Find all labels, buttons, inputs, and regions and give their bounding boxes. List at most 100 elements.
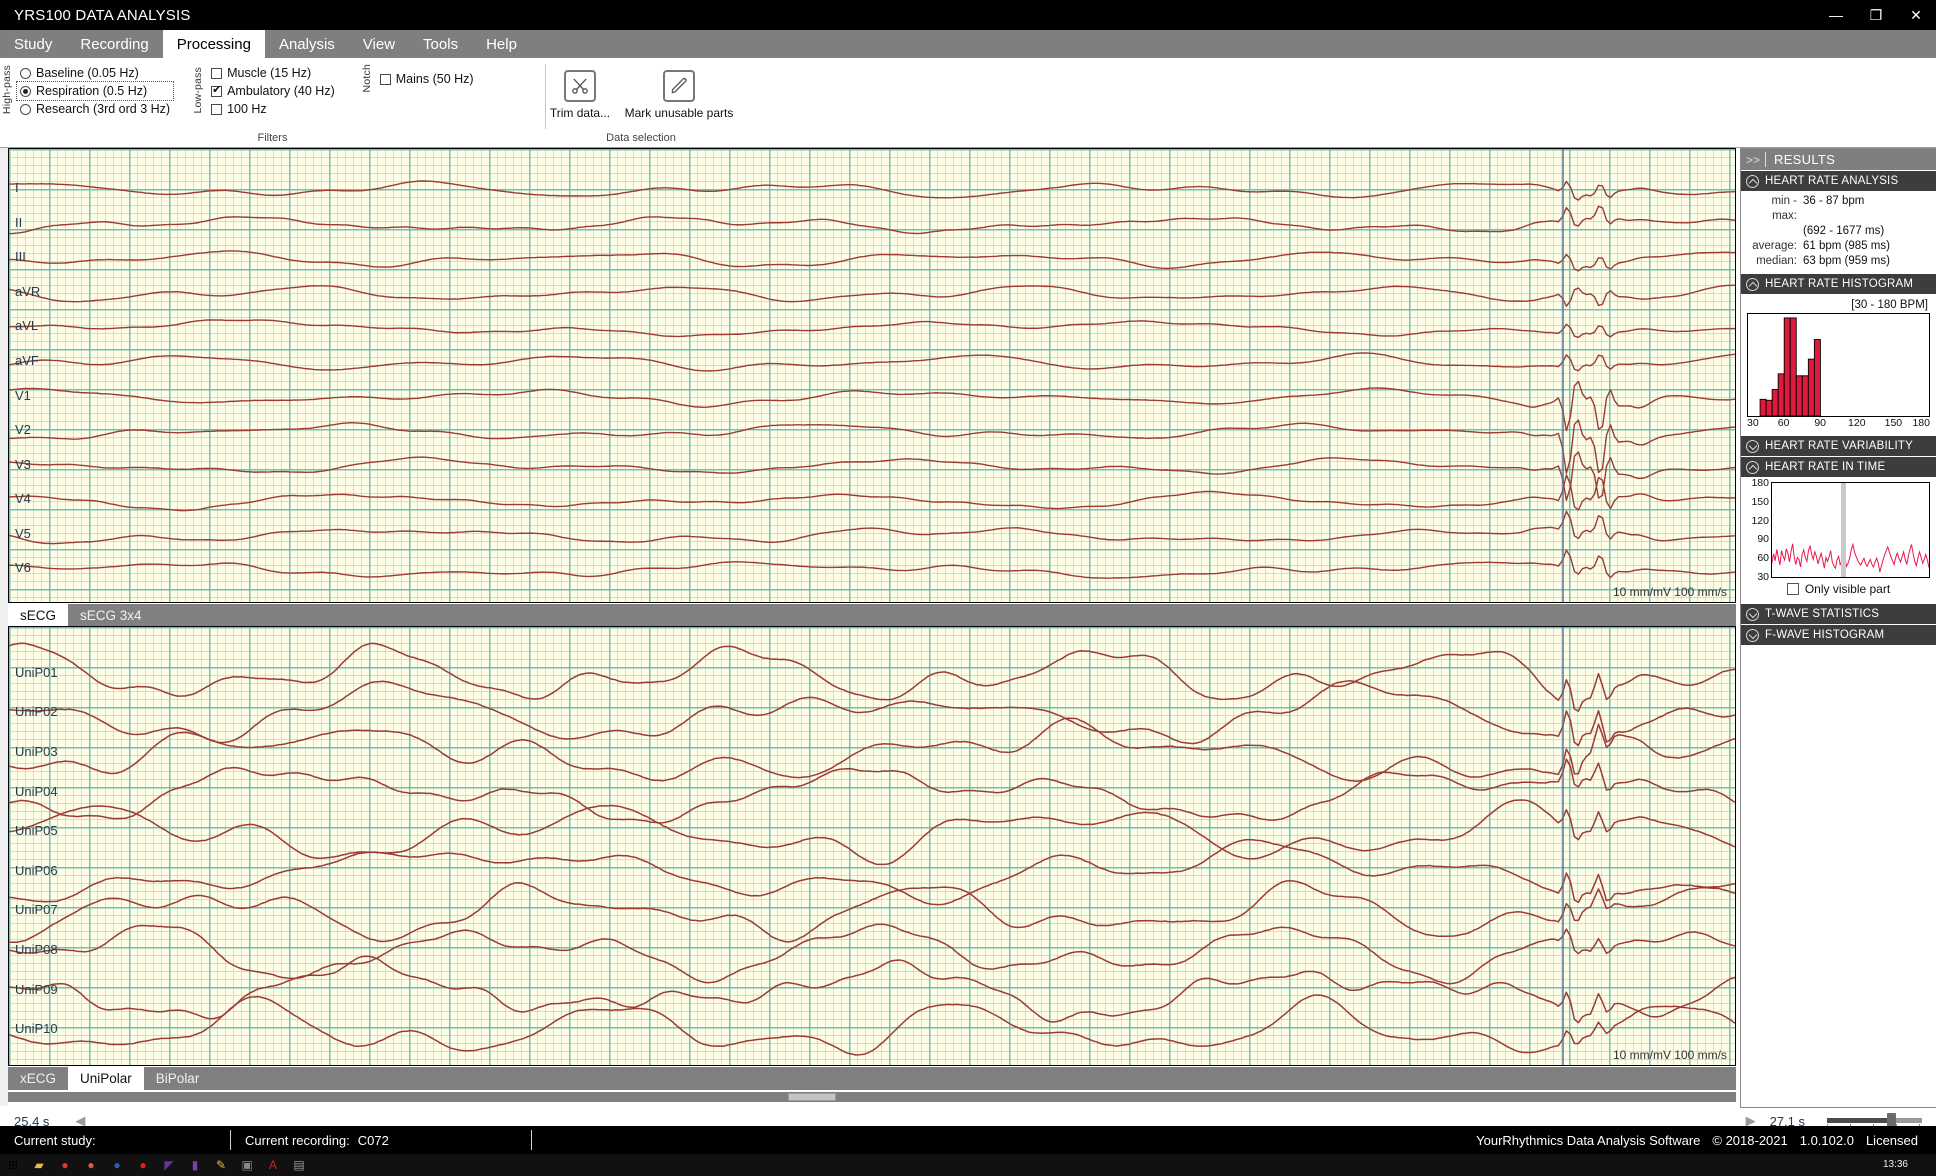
menu-item-tools[interactable]: Tools [409, 30, 472, 58]
app-icon-1[interactable]: ● [52, 1155, 78, 1175]
lead-label-aVR: aVR [15, 283, 41, 299]
results-header: >> RESULTS [1741, 149, 1936, 170]
mark-unusable-parts-button[interactable]: Mark unusable parts [624, 64, 734, 120]
results-title: RESULTS [1774, 152, 1836, 167]
section-heart-rate-analysis-header[interactable]: HEART RATE ANALYSIS [1741, 170, 1936, 191]
application-window: YRS100 DATA ANALYSIS — ❐ ✕ Study Recordi… [0, 0, 1936, 1176]
browser-icon[interactable]: ● [104, 1155, 130, 1175]
hr-average-value: 61 bpm (985 ms) [1803, 240, 1890, 252]
section-heart-rate-in-time-header[interactable]: HEART RATE IN TIME [1741, 456, 1936, 477]
current-recording-value: C072 [357, 1132, 389, 1148]
app-icon-5[interactable]: ▮ [182, 1155, 208, 1175]
left-vertical-scrollbar[interactable] [0, 148, 8, 1126]
section-heart-rate-variability-header[interactable]: HEART RATE VARIABILITY [1741, 435, 1936, 456]
standard-ecg-panel[interactable]: I II III aVR aVL aVF V1 V2 V3 V4 V5 V6 10 mm/mV 100… [8, 148, 1736, 603]
lead-label-UniP09: UniP09 [15, 981, 58, 997]
lowpass-option-muscle[interactable]: Muscle (15 Hz) [208, 64, 338, 82]
hr-in-time-ytick: 60 [1757, 552, 1769, 565]
highpass-option-research[interactable]: Research (3rd ord 3 Hz) [17, 100, 173, 118]
zoom-slider-fill [1827, 1118, 1889, 1123]
app-icon-4[interactable]: ◤ [156, 1155, 182, 1175]
lowpass-option-ambulatory[interactable]: Ambulatory (40 Hz) [208, 82, 338, 100]
lowpass-option-100hz[interactable]: 100 Hz [208, 100, 338, 118]
section-t-wave-statistics-header[interactable]: T-WAVE STATISTICS [1741, 603, 1936, 624]
app-icon-8[interactable]: A [260, 1155, 286, 1175]
section-heart-rate-variability-title: HEART RATE VARIABILITY [1765, 440, 1913, 452]
collapse-sidebar-icon[interactable]: >> [1741, 153, 1765, 167]
ecg-horizontal-scrollbar[interactable] [8, 1092, 1736, 1102]
chevron-up-icon [1746, 460, 1759, 474]
checkbox-icon [211, 103, 223, 115]
lead-label-UniP03: UniP03 [15, 744, 58, 760]
histogram-bar [1807, 358, 1815, 417]
os-taskbar: ⊞ ▰ ● ● ● ● ◤ ▮ ✎ ▣ A ▤ 13:36 [0, 1154, 1936, 1176]
menu-item-processing[interactable]: Processing [162, 30, 265, 58]
menu-item-study[interactable]: Study [0, 30, 66, 58]
section-heart-rate-histogram-title: HEART RATE HISTOGRAM [1765, 278, 1914, 290]
hr-in-time-ytick: 30 [1757, 571, 1769, 583]
unipolar-ecg-panel[interactable]: UniP01 UniP02 UniP03 UniP04 UniP05 UniP06 UniP… [8, 626, 1736, 1066]
chevron-down-icon [1746, 607, 1759, 621]
filters-group-caption: Filters [257, 132, 288, 144]
scrollbar-thumb[interactable] [788, 1093, 836, 1101]
start-icon[interactable]: ⊞ [0, 1155, 26, 1175]
maximize-button[interactable]: ❐ [1856, 0, 1896, 30]
histogram-bar [1777, 373, 1785, 417]
lead-label-V2: V2 [15, 422, 31, 438]
app-icon-7[interactable]: ▣ [234, 1155, 260, 1175]
highpass-filter-group: High-pass Baseline (0.05 Hz) Respiration… [0, 62, 175, 118]
app-icon-9[interactable]: ▤ [286, 1155, 312, 1175]
section-heart-rate-analysis-title: HEART RATE ANALYSIS [1765, 175, 1899, 187]
app-icon-2[interactable]: ● [78, 1155, 104, 1175]
tab-UniPolar[interactable]: UniPolar [68, 1067, 144, 1090]
lead-label-V6: V6 [15, 560, 31, 576]
tab-BiPolar[interactable]: BiPolar [144, 1067, 212, 1090]
section-f-wave-histogram-header[interactable]: F-WAVE HISTOGRAM [1741, 624, 1936, 645]
notch-option-mains[interactable]: Mains (50 Hz) [377, 70, 477, 88]
tab-sECG[interactable]: sECG [8, 604, 69, 627]
standard-ecg-traces [9, 180, 1735, 579]
only-visible-part-checkbox[interactable]: Only visible part [1745, 578, 1932, 599]
section-heart-rate-histogram-header[interactable]: HEART RATE HISTOGRAM [1741, 273, 1936, 294]
hr-in-time-cursor[interactable] [1841, 483, 1847, 577]
taskbar-clock[interactable]: 13:36 [1883, 1160, 1936, 1170]
histogram-xtick: 30 [1747, 417, 1759, 429]
app-icon-3[interactable]: ● [130, 1155, 156, 1175]
hr-row-median: median: 63 bpm (959 ms) [1745, 254, 1932, 269]
tab-xECG[interactable]: xECG [8, 1067, 68, 1090]
menu-item-recording[interactable]: Recording [66, 30, 162, 58]
tab-sECG-3x4[interactable]: sECG 3x4 [68, 604, 154, 627]
lead-label-UniP05: UniP05 [15, 823, 58, 839]
hr-median-value: 63 bpm (959 ms) [1803, 255, 1890, 267]
histogram-bar [1789, 317, 1797, 417]
highpass-option-baseline[interactable]: Baseline (0.05 Hz) [17, 64, 173, 82]
lowpass-option-muscle-label: Muscle (15 Hz) [227, 66, 312, 80]
minimize-button[interactable]: — [1816, 0, 1856, 30]
standard-ecg-canvas[interactable]: I II III aVR aVL aVF V1 V2 V3 V4 V5 V6 10 mm/mV 100… [9, 149, 1735, 602]
ecg-cursor-line[interactable] [1562, 149, 1564, 602]
histogram-xtick: 60 [1777, 417, 1790, 429]
lead-label-aVF: aVF [15, 352, 39, 368]
menu-item-help[interactable]: Help [472, 30, 531, 58]
menu-item-analysis[interactable]: Analysis [265, 30, 349, 58]
checkbox-icon [211, 67, 223, 79]
current-recording-label: Current recording: [245, 1132, 350, 1148]
trim-data-button[interactable]: Trim data... [548, 64, 612, 120]
highpass-option-respiration[interactable]: Respiration (0.5 Hz) [15, 81, 175, 101]
folder-icon[interactable]: ▰ [26, 1155, 52, 1175]
lead-label-UniP01: UniP01 [15, 664, 58, 680]
menu-item-view[interactable]: View [349, 30, 409, 58]
close-button[interactable]: ✕ [1896, 0, 1936, 30]
histogram-range-label: [30 - 180 BPM] [1851, 299, 1928, 311]
checkbox-icon [211, 84, 223, 97]
histogram-bar [1771, 389, 1779, 417]
lowpass-filter-group: Low-pass Muscle (15 Hz) Ambulatory (40 H… [191, 62, 338, 118]
product-name: YourRhythmics Data Analysis Software [1476, 1132, 1701, 1148]
unipolar-ecg-canvas[interactable]: UniP01 UniP02 UniP03 UniP04 UniP05 UniP06 UniP… [9, 627, 1735, 1065]
ecg-cursor-line[interactable] [1562, 627, 1564, 1065]
chevron-down-icon [1746, 439, 1759, 453]
work-area: I II III aVR aVL aVF V1 V2 V3 V4 V5 V6 10 mm/mV 100… [0, 148, 1936, 1136]
license-status: Licensed [1865, 1132, 1918, 1148]
app-icon-6[interactable]: ✎ [208, 1155, 234, 1175]
section-heart-rate-analysis-body: min - max: 36 - 87 bpm (692 - 1677 ms) a… [1741, 191, 1936, 273]
